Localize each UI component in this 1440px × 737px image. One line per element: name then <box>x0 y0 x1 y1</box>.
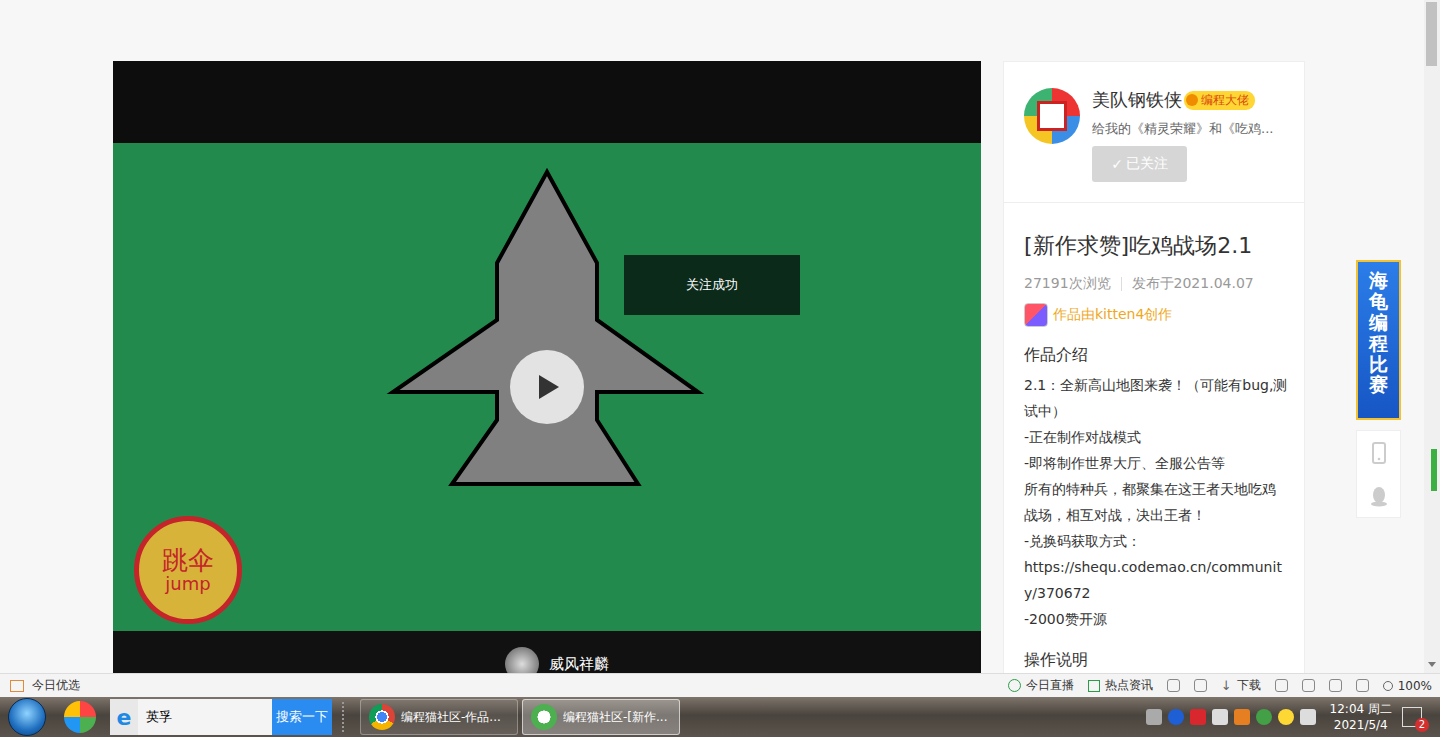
download-link[interactable]: ↓下载 <box>1221 677 1261 694</box>
player-name[interactable]: 威风祥麟 <box>549 647 609 673</box>
work-sidebar: 美队钢铁侠编程大佬给我的《精灵荣耀》和《吃鸡... ✓已关注 [新作求赞]吃鸡战场2… <box>1003 61 1305 673</box>
download-icon: ↓ <box>1221 678 1232 693</box>
sound-icon[interactable] <box>1356 679 1369 692</box>
screen: 关注成功跳伞jump 威风祥麟 美队钢铁侠编程大佬给我的《精灵荣耀》和《吃鸡... ✓… <box>0 0 1440 737</box>
side-ad[interactable]: 海龟编程比赛 <box>1356 260 1401 420</box>
author-avatar-icon[interactable] <box>1024 88 1080 144</box>
side-tools <box>1356 430 1401 518</box>
scrollbar[interactable] <box>1424 0 1440 673</box>
help-icon[interactable] <box>1168 709 1184 725</box>
chrome-icon <box>369 704 395 730</box>
jump-sublabel: jump <box>165 574 210 594</box>
view-count: 27191次浏览 <box>1024 275 1111 293</box>
gift-icon <box>10 680 24 692</box>
system-tray <box>1146 709 1316 725</box>
kitten-icon <box>1024 303 1048 327</box>
live-link[interactable]: 今日直播 <box>1008 677 1074 694</box>
qq-icon[interactable] <box>1369 485 1389 507</box>
browser-page: 关注成功跳伞jump 威风祥麟 美队钢铁侠编程大佬给我的《精灵荣耀》和《吃鸡... ✓… <box>0 0 1440 673</box>
controls-heading: 操作说明 <box>1024 650 1288 671</box>
news-link[interactable]: 热点资讯 <box>1088 677 1153 694</box>
guard-icon[interactable] <box>1278 709 1294 725</box>
scroll-marker <box>1431 449 1437 491</box>
ie-icon[interactable]: e <box>110 705 138 730</box>
taskbar-task[interactable]: 编程猫社区-作品... <box>360 699 518 735</box>
taskbar-task[interactable]: 编程猫社区-[新作... <box>522 699 680 735</box>
project-player: 关注成功跳伞jump 威风祥麟 <box>113 61 981 673</box>
jump-button[interactable]: 跳伞jump <box>134 516 242 624</box>
work-title: [新作求赞]吃鸡战场2.1 <box>1024 231 1288 261</box>
today-picks[interactable]: 今日优选 <box>10 677 80 694</box>
intro-line: 所有的特种兵，都聚集在这王者天地吃鸡战场，相互对战，决出王者！ <box>1024 476 1288 528</box>
made-with[interactable]: 作品由kitten4创作 <box>1024 303 1288 327</box>
live-icon <box>1008 679 1021 692</box>
volume-icon[interactable] <box>1212 709 1228 725</box>
intro-heading: 作品介绍 <box>1024 345 1288 366</box>
flag-icon[interactable] <box>1275 679 1288 692</box>
speed-icon[interactable] <box>1167 679 1180 692</box>
intro-line: https://shequ.codemao.cn/community/37067… <box>1024 554 1288 606</box>
author-section: 美队钢铁侠编程大佬给我的《精灵荣耀》和《吃鸡... ✓已关注 <box>1004 62 1304 203</box>
author-badge: 编程大佬 <box>1184 91 1255 110</box>
check-icon: ✓ <box>1111 156 1123 172</box>
player-bottom-bar: 威风祥麟 <box>113 631 981 673</box>
speaker-icon[interactable] <box>1234 709 1250 725</box>
intro-text: 2.1：全新高山地图来袭！（可能有bug,测试中）-正在制作对战模式-即将制作世… <box>1024 372 1288 632</box>
taskbar: e英孚搜索一下编程猫社区-作品...编程猫社区-[新作... 12:04 周二20… <box>0 697 1440 737</box>
zoom-icon <box>1383 681 1393 691</box>
work-info: [新作求赞]吃鸡战场2.1 27191次浏览 发布于2021.04.07 作品由kit… <box>1004 203 1304 673</box>
status-bar: 今日优选 今日直播热点资讯 ↓下载 100% <box>0 673 1440 697</box>
intro-line: -即将制作世界大厅、全服公告等 <box>1024 450 1288 476</box>
follow-toast: 关注成功 <box>624 255 800 315</box>
intro-line: -正在制作对战模式 <box>1024 424 1288 450</box>
jump-label: 跳伞 <box>162 546 214 575</box>
play-icon <box>532 372 562 402</box>
browser-360-icon <box>531 704 557 730</box>
search-input[interactable]: 英孚 <box>138 699 272 735</box>
taskbar-search: e英孚搜索一下 <box>110 699 332 735</box>
zoom-level[interactable]: 100% <box>1383 679 1432 693</box>
scroll-down-icon[interactable] <box>1428 662 1436 667</box>
intro-line: 2.1：全新高山地图来袭！（可能有bug,测试中） <box>1024 372 1288 424</box>
notification-icon[interactable]: 2 <box>1402 707 1422 727</box>
wps-icon[interactable] <box>1190 709 1206 725</box>
game-canvas[interactable]: 关注成功跳伞jump <box>113 143 981 631</box>
follow-button[interactable]: ✓已关注 <box>1092 146 1187 182</box>
page-content: 关注成功跳伞jump 威风祥麟 美队钢铁侠编程大佬给我的《精灵荣耀》和《吃鸡... ✓… <box>0 0 1424 673</box>
scrollbar-thumb[interactable] <box>1426 2 1437 66</box>
security-icon[interactable] <box>1256 709 1272 725</box>
work-meta: 27191次浏览 发布于2021.04.07 <box>1024 275 1288 293</box>
clock[interactable]: 12:04 周二2021/5/4 <box>1330 701 1392 733</box>
start-button[interactable] <box>8 698 46 736</box>
search-button[interactable]: 搜索一下 <box>272 699 332 735</box>
author-name[interactable]: 美队钢铁侠 <box>1092 88 1182 112</box>
pinned-app-icon[interactable] <box>64 701 96 733</box>
play-button[interactable] <box>510 350 584 424</box>
publish-date: 发布于2021.04.07 <box>1132 275 1254 293</box>
network-icon[interactable] <box>1300 709 1316 725</box>
intro-line: -兑换码获取方式： <box>1024 528 1288 554</box>
news-icon <box>1088 680 1100 692</box>
refresh-icon[interactable] <box>1302 679 1315 692</box>
notification-count: 2 <box>1415 718 1429 732</box>
player-top-bar <box>113 61 981 143</box>
phone-icon[interactable] <box>1369 442 1389 464</box>
keyboard-icon[interactable] <box>1146 709 1162 725</box>
pin-icon[interactable] <box>1194 679 1207 692</box>
author-bio: 给我的《精灵荣耀》和《吃鸡... <box>1092 120 1288 138</box>
intro-line: -2000赞开源 <box>1024 606 1288 632</box>
window-icon[interactable] <box>1329 679 1342 692</box>
crown-icon <box>1186 94 1198 106</box>
player-avatar-icon <box>505 647 539 673</box>
